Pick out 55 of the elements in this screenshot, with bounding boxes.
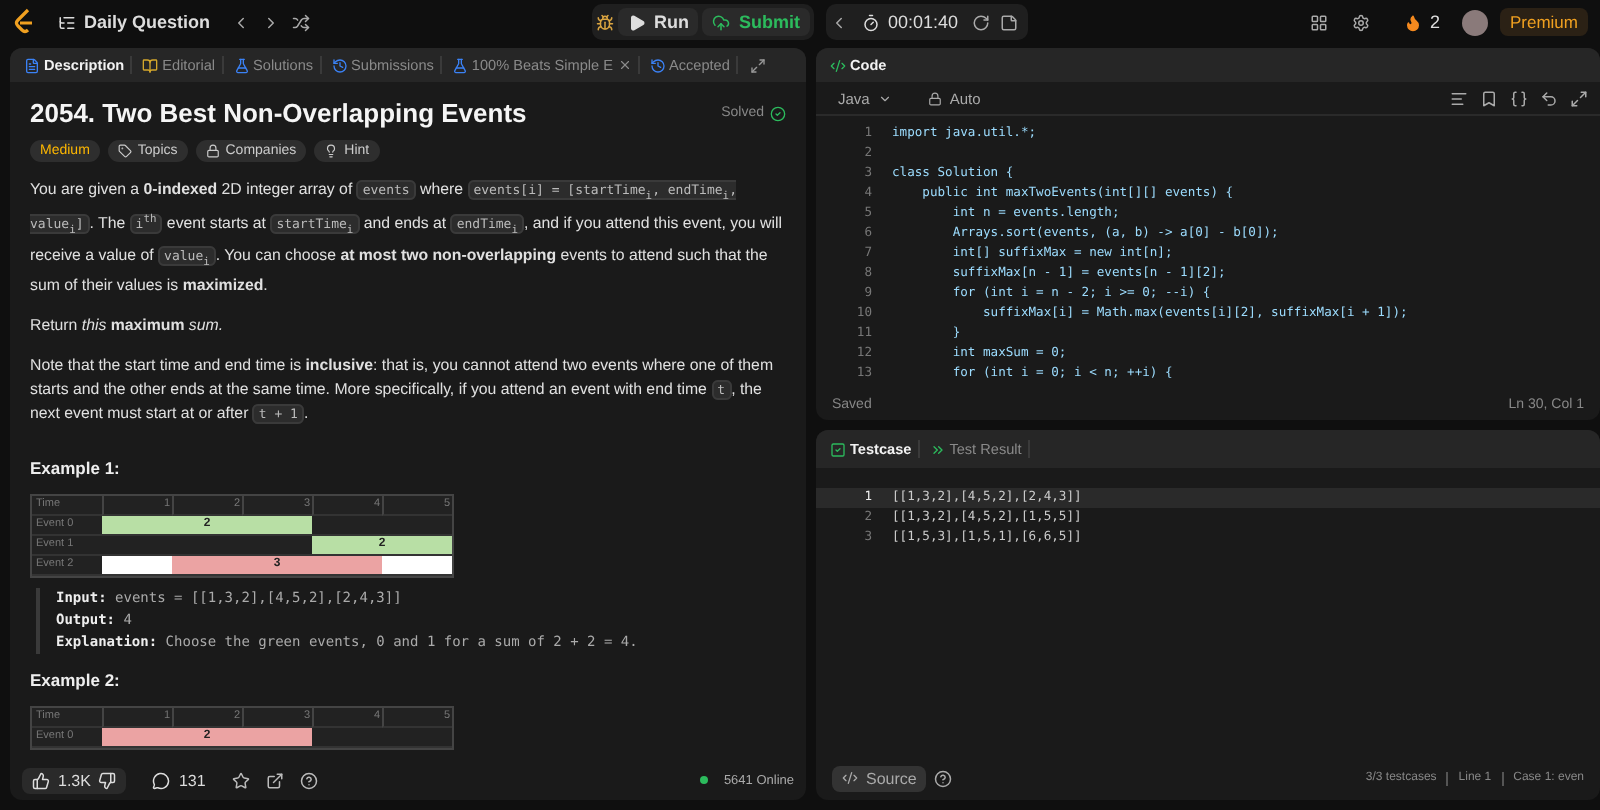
- check-circle-icon: [770, 105, 786, 121]
- history-icon: [331, 57, 348, 73]
- like-button[interactable]: 1.3K: [22, 767, 127, 793]
- cloud-upload-icon: [712, 13, 731, 31]
- source-button[interactable]: Source: [832, 765, 927, 791]
- close-icon[interactable]: [617, 58, 631, 72]
- book-icon: [142, 57, 159, 73]
- streak-counter[interactable]: 2: [1393, 8, 1450, 36]
- lock-icon: [927, 91, 942, 105]
- example-title: Example 2:: [30, 670, 122, 691]
- format-icon[interactable]: [1450, 89, 1468, 107]
- play-icon: [627, 13, 646, 31]
- logo-icon[interactable]: [12, 8, 36, 36]
- debug-icon[interactable]: [595, 13, 614, 31]
- flask-icon: [233, 57, 250, 73]
- undo-icon[interactable]: [1540, 89, 1558, 107]
- chevrons-right-icon: [929, 441, 946, 457]
- star-icon[interactable]: [231, 771, 250, 789]
- stopwatch-icon: [861, 13, 880, 31]
- code-icon: [830, 57, 846, 73]
- maximize-icon[interactable]: [749, 57, 766, 73]
- tag-icon: [117, 144, 132, 158]
- thumbs-down-icon[interactable]: [98, 771, 117, 789]
- flame-icon: [1403, 13, 1422, 31]
- code-icon: [842, 770, 858, 786]
- comments-button[interactable]: 131: [142, 767, 216, 793]
- lock-icon: [205, 144, 220, 158]
- help-icon[interactable]: [299, 771, 318, 789]
- run-button[interactable]: Run: [617, 8, 699, 36]
- avatar[interactable]: [1461, 9, 1488, 35]
- bookmark-icon[interactable]: [1480, 89, 1498, 107]
- shuffle-icon[interactable]: [292, 13, 311, 31]
- lightbulb-icon: [324, 144, 339, 158]
- grid-icon[interactable]: [1309, 13, 1328, 31]
- thumbs-up-icon: [32, 771, 50, 789]
- flask-icon: [451, 57, 468, 73]
- share-icon[interactable]: [265, 771, 284, 789]
- submit-button[interactable]: Submit: [702, 8, 810, 36]
- problem-list-button[interactable]: Daily Question: [48, 8, 221, 36]
- braces-icon[interactable]: [1510, 89, 1528, 107]
- reset-icon[interactable]: [972, 13, 991, 31]
- maximize-icon[interactable]: [1570, 89, 1588, 107]
- settings-icon[interactable]: [1351, 13, 1370, 31]
- note-icon[interactable]: [1000, 13, 1019, 31]
- example-title: Example 1:: [30, 458, 122, 479]
- problem-title: 2054. Two Best Non-Overlapping Events: [30, 98, 527, 128]
- history-icon: [649, 57, 665, 73]
- help-icon[interactable]: [934, 769, 953, 787]
- comment-icon: [152, 771, 171, 789]
- document-icon: [24, 57, 40, 73]
- online-dot: [699, 776, 708, 784]
- list-icon: [58, 13, 76, 31]
- chevron-down-icon: [877, 91, 892, 105]
- premium-button[interactable]: Premium: [1499, 8, 1588, 36]
- checkbox-icon: [830, 441, 846, 457]
